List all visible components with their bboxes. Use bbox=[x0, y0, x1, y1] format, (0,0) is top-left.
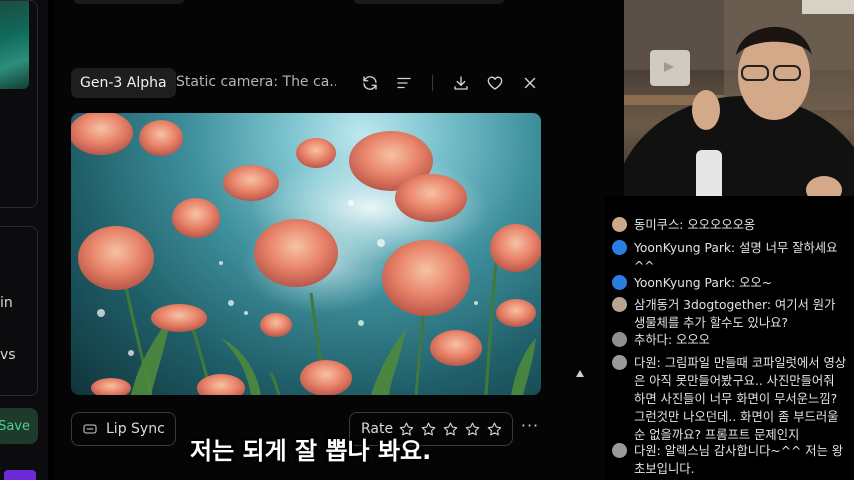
avatar bbox=[612, 217, 627, 232]
close-icon[interactable] bbox=[519, 72, 541, 94]
chat-message: 다원: 그림파일 만들때 코파일럿에서 영상은 아직 못만들어봤구요.. 사진만… bbox=[612, 354, 848, 444]
sidebar-purple-button[interactable] bbox=[4, 470, 36, 480]
save-button[interactable]: Save bbox=[0, 408, 38, 444]
chat-author: 다원: bbox=[634, 356, 661, 370]
model-tag[interactable]: Gen-3 Alpha bbox=[71, 68, 176, 98]
toolbar-divider bbox=[432, 75, 433, 91]
chat-message: 추하다: 오오오 bbox=[612, 331, 848, 349]
lip-sync-icon bbox=[83, 424, 97, 434]
avatar bbox=[612, 240, 627, 255]
sidebar-text-fragment: vs bbox=[0, 347, 16, 363]
sidebar-card-top[interactable] bbox=[0, 0, 38, 208]
live-chat: 동미쿠스: 오오오오오옹 YoonKyung Park: 설명 너무 잘하세요 … bbox=[605, 196, 854, 480]
lip-sync-button[interactable]: Lip Sync bbox=[71, 412, 176, 446]
sidebar-thumbnail[interactable] bbox=[0, 1, 29, 89]
star-3-icon[interactable] bbox=[442, 421, 459, 438]
star-4-icon[interactable] bbox=[464, 421, 481, 438]
chat-author: 다원: bbox=[634, 444, 661, 458]
left-sidebar: in vs Save bbox=[0, 0, 48, 480]
previous-card-edge bbox=[354, 0, 504, 4]
chat-text: 오오오오오옹 bbox=[687, 218, 756, 232]
chat-author: 추하다: bbox=[634, 333, 673, 347]
lip-sync-label: Lip Sync bbox=[106, 421, 165, 437]
more-options-icon[interactable]: ··· bbox=[520, 418, 540, 439]
chat-message: 동미쿠스: 오오오오오옹 bbox=[612, 216, 848, 234]
avatar bbox=[612, 297, 627, 312]
webcam-feed bbox=[624, 0, 854, 206]
download-icon[interactable] bbox=[450, 72, 472, 94]
avatar bbox=[612, 275, 627, 290]
chat-message: 삼개동거 3dogtogether: 여기서 원가 생물체를 추가 할수도 있나… bbox=[612, 296, 848, 332]
menu-lines-icon[interactable] bbox=[393, 72, 415, 94]
mouse-cursor bbox=[576, 370, 584, 377]
chat-message: 다원: 알렉스님 감사합니다~^^ 저는 왕초보입니다. bbox=[612, 442, 848, 478]
video-subtitle: 저는 되게 잘 뽑나 봐요. bbox=[190, 437, 432, 465]
chat-message: YoonKyung Park: 오오~ bbox=[612, 274, 848, 292]
generated-video[interactable] bbox=[71, 113, 541, 395]
chat-author: 동미쿠스: bbox=[634, 218, 684, 232]
avatar bbox=[612, 355, 627, 370]
chat-author: YoonKyung Park: bbox=[634, 276, 736, 290]
heart-icon[interactable] bbox=[484, 72, 506, 94]
refresh-icon[interactable] bbox=[359, 72, 381, 94]
chat-text: 오오~ bbox=[739, 276, 773, 290]
sidebar-text-fragment: in bbox=[0, 295, 13, 311]
star-5-icon[interactable] bbox=[486, 421, 503, 438]
chat-author: YoonKyung Park: bbox=[634, 241, 736, 255]
avatar bbox=[612, 332, 627, 347]
chat-author: 삼개동거 3dogtogether: bbox=[634, 298, 771, 312]
previous-card-edge bbox=[74, 0, 184, 4]
chat-text: 오오오 bbox=[676, 333, 710, 347]
prompt-preview[interactable]: Static camera: The ca... bbox=[176, 74, 336, 90]
chat-message: YoonKyung Park: 설명 너무 잘하세요 ^^ bbox=[612, 239, 848, 275]
chat-text: 그림파일 만들때 코파일럿에서 영상은 아직 못만들어봤구요.. 사진만들어줘 … bbox=[634, 356, 847, 442]
avatar bbox=[612, 443, 627, 458]
sidebar-card-bottom bbox=[0, 226, 38, 396]
chat-text: 알렉스님 감사합니다~^^ 저는 왕초보입니다. bbox=[634, 444, 844, 476]
